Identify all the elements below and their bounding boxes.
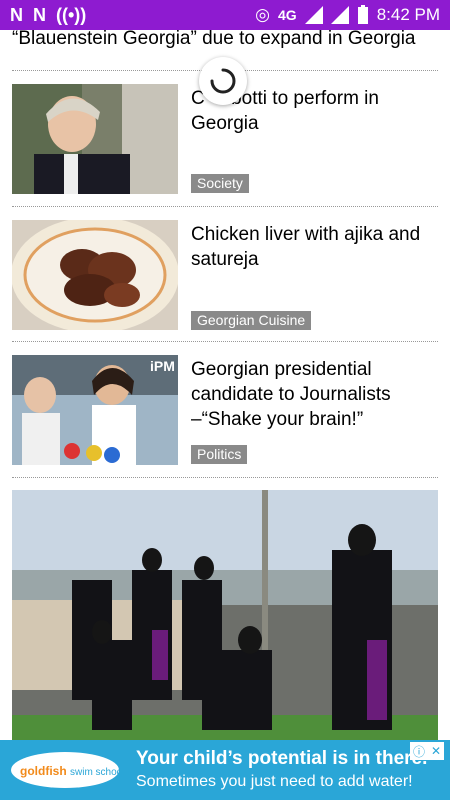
ad-subtext[interactable]: Sometimes you just need to add water! xyxy=(136,773,413,791)
article-title-top[interactable]: “Blauenstein Georgia” due to expand in G… xyxy=(12,28,442,50)
featured-article-image[interactable] xyxy=(12,490,438,740)
article-thumbnail[interactable]: iPM xyxy=(12,355,178,465)
signal-icon xyxy=(330,6,349,24)
article-thumbnail[interactable] xyxy=(12,220,178,330)
ad-headline[interactable]: Your child’s potential is in there. xyxy=(136,748,427,770)
article-title[interactable]: Chicken liver with ajika and satureja xyxy=(191,222,436,272)
close-icon[interactable]: ✕ xyxy=(431,744,441,758)
spinner-icon xyxy=(210,68,236,94)
divider xyxy=(12,341,438,342)
notification-icon: N xyxy=(10,5,23,25)
svg-text:goldfish: goldfish xyxy=(20,764,67,778)
hotspot-icon: ((•)) xyxy=(56,5,87,25)
category-tag[interactable]: Society xyxy=(191,174,249,193)
battery-icon xyxy=(357,5,368,24)
status-bar: N N ((•)) ◎ 4G 8:42 PM xyxy=(0,0,450,30)
status-right-icons: ◎ 4G 8:42 PM xyxy=(255,5,440,25)
category-tag[interactable]: Georgian Cuisine xyxy=(191,311,312,330)
article-item[interactable]: iPM Georgian presidential candidate to J… xyxy=(12,355,438,465)
wifi-icon: ◎ xyxy=(255,5,270,24)
divider xyxy=(12,477,438,478)
article-item[interactable]: Chicken liver with ajika and satureja Ge… xyxy=(12,220,438,330)
status-left-icons: N N ((•)) xyxy=(10,5,86,26)
signal-icon xyxy=(304,6,323,24)
notification-icon: N xyxy=(33,5,46,25)
clock: 8:42 PM xyxy=(376,5,440,24)
ad-info-controls[interactable]: ⓘ ✕ xyxy=(410,742,444,760)
network-type: 4G xyxy=(278,7,297,23)
svg-text:swim school: swim school xyxy=(70,767,120,778)
article-title[interactable]: Georgian presidential candidate to Journ… xyxy=(191,357,436,432)
ad-banner[interactable]: goldfish swim school Your child’s potent… xyxy=(0,740,450,800)
info-icon[interactable]: ⓘ xyxy=(413,743,425,760)
svg-text:iPM: iPM xyxy=(150,358,175,374)
article-thumbnail[interactable] xyxy=(12,84,178,194)
divider xyxy=(12,206,438,207)
ad-brand-logo: goldfish swim school xyxy=(11,752,120,788)
category-tag[interactable]: Politics xyxy=(191,445,248,464)
loading-spinner xyxy=(199,57,247,105)
